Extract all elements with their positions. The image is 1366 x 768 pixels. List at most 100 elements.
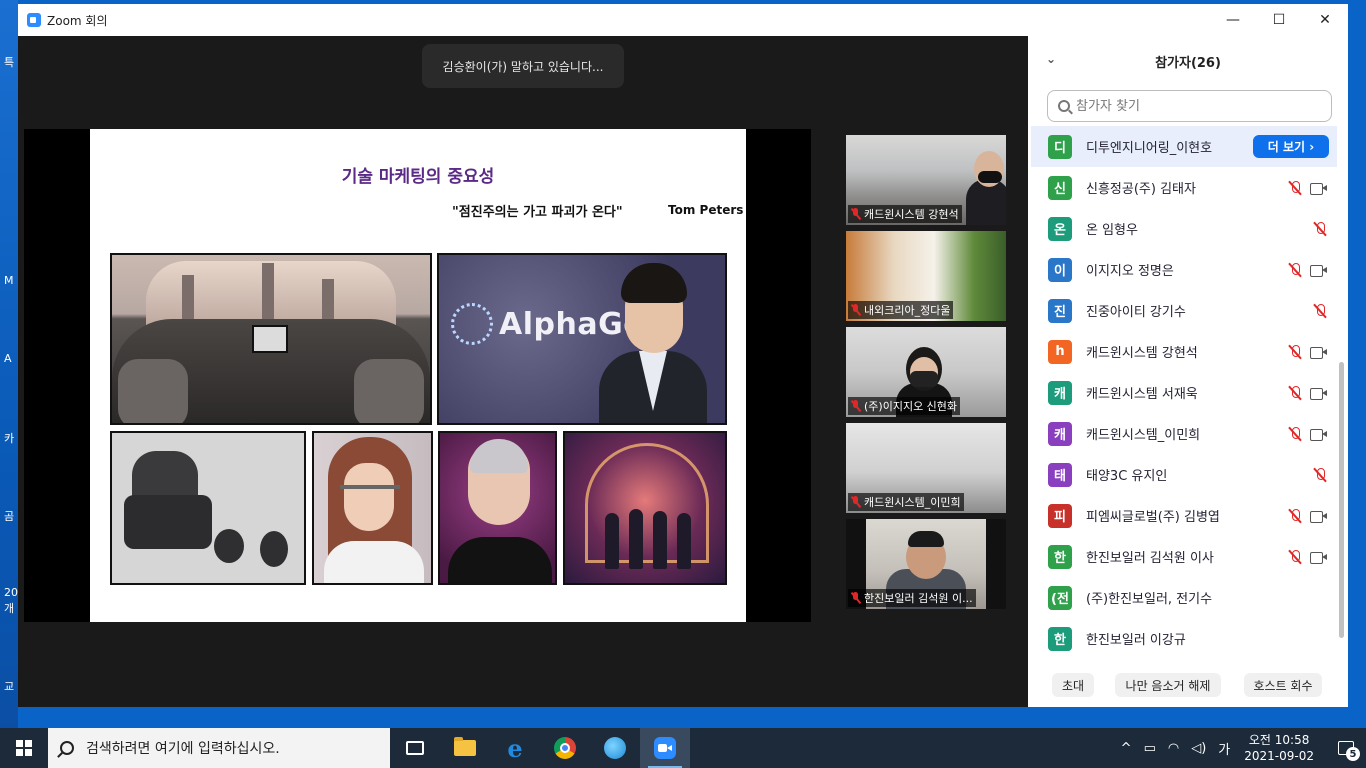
thumbnail-name: 캐드윈시스템 강현석 — [864, 208, 959, 221]
chrome-button[interactable] — [540, 728, 590, 768]
more-button[interactable]: 더 보기 › — [1253, 135, 1329, 158]
muted-mic-icon — [1288, 426, 1302, 442]
system-tray: ^ ▭ ◠ ◁) 가 오전 10:58 2021-09-02 5 — [1115, 728, 1366, 768]
close-button[interactable]: ✕ — [1302, 4, 1348, 36]
video-thumbnail[interactable]: 캐드윈시스템 강현석 — [846, 135, 1006, 225]
unmute-me-button[interactable]: 나만 음소거 해제 — [1115, 673, 1221, 697]
participant-avatar: 피 — [1048, 503, 1072, 528]
participant-name: 진중아이티 강기수 — [1086, 305, 1186, 320]
muted-mic-icon — [1288, 180, 1302, 196]
participant-row[interactable]: 캐 캐드윈시스템 서재욱 — [1031, 372, 1337, 413]
muted-mic-icon — [850, 496, 861, 508]
shared-screen[interactable]: 기술 마케팅의 중요성 "점진주의는 가고 파괴가 온다" Tom Peters… — [24, 129, 811, 622]
participant-row[interactable]: 한 한진보일러 김석원 이사 — [1031, 536, 1337, 577]
clock[interactable]: 오전 10:58 2021-09-02 — [1244, 732, 1314, 764]
windows-taskbar: 검색하려면 여기에 입력하십시오. e ^ ▭ ◠ ◁) 가 오전 10:58 … — [0, 728, 1366, 768]
video-thumbnail[interactable]: 한진보일러 김석원 이... — [846, 519, 1006, 609]
window-title: Zoom 회의 — [47, 13, 108, 28]
input-method-indicator[interactable]: 가 — [1218, 739, 1230, 758]
file-explorer-button[interactable] — [440, 728, 490, 768]
edge-legacy-button[interactable]: e — [490, 728, 540, 768]
volume-icon[interactable]: ◁) — [1191, 741, 1206, 756]
participant-name: 한진보일러 김석원 이사 — [1086, 551, 1214, 566]
slide-quote-author: Tom Peters — [668, 203, 744, 217]
muted-mic-icon — [1313, 467, 1327, 483]
task-view-button[interactable] — [390, 728, 440, 768]
start-button[interactable] — [0, 728, 48, 768]
invite-button[interactable]: 초대 — [1052, 673, 1094, 697]
video-camera-icon — [1310, 510, 1327, 523]
participant-row[interactable]: 디 디투엔지니어링_이현호 더 보기 › — [1031, 126, 1337, 167]
muted-mic-icon — [850, 400, 861, 412]
video-camera-icon — [1310, 182, 1327, 195]
desktop-icon-label[interactable]: A — [4, 352, 12, 365]
participant-avatar: 진 — [1048, 298, 1072, 323]
desktop-icon-label[interactable]: 곰 — [4, 508, 14, 524]
action-center-button[interactable]: 5 — [1326, 728, 1366, 768]
desktop-icon-label[interactable]: 20 — [4, 586, 18, 599]
autonomous-car-interior-image — [110, 253, 432, 425]
title-bar[interactable]: Zoom 회의 — ☐ ✕ — [18, 4, 1348, 36]
clock-date: 2021-09-02 — [1244, 749, 1314, 763]
participant-row[interactable]: 이 이지지오 정명은 — [1031, 249, 1337, 290]
wireless-earbuds-image — [110, 431, 306, 585]
desktop-icon-label[interactable]: 특 — [4, 54, 14, 70]
video-area: 김승환이(가) 말하고 있습니다... 기술 마케팅의 중요성 "점진주의는 가… — [18, 36, 1028, 707]
edge-button[interactable] — [590, 728, 640, 768]
participant-list-scrollbar[interactable] — [1337, 126, 1345, 661]
zoom-taskbar-button[interactable] — [640, 728, 690, 768]
participant-row[interactable]: 신 신흥정공(주) 김태자 — [1031, 167, 1337, 208]
video-thumbnail[interactable]: (주)이지지오 신현화 — [846, 327, 1006, 417]
participant-avatar: 한 — [1048, 626, 1072, 651]
video-camera-icon — [1310, 551, 1327, 564]
desktop-icon-label[interactable]: 개 — [4, 600, 14, 616]
task-view-icon — [406, 741, 424, 755]
participant-list[interactable]: 디 디투엔지니어링_이현호 더 보기 › 신 신흥정공(주) 김태자 온 온 임형우 이 이지지… — [1031, 126, 1337, 661]
presentation-slide: 기술 마케팅의 중요성 "점진주의는 가고 파괴가 온다" Tom Peters… — [90, 129, 746, 622]
participant-avatar: 디 — [1048, 134, 1072, 159]
minimize-button[interactable]: — — [1210, 4, 1256, 36]
thumbnail-name: (주)이지지오 신현화 — [864, 400, 958, 413]
reclaim-host-button[interactable]: 호스트 회수 — [1244, 673, 1322, 697]
participant-avatar: 온 — [1048, 216, 1072, 241]
participant-row[interactable]: (전 (주)한진보일러, 전기수 — [1031, 577, 1337, 618]
show-hidden-icons-chevron-icon[interactable]: ^ — [1121, 741, 1132, 756]
thumbnail-name: 캐드윈시스템_이민희 — [864, 496, 961, 509]
desktop-icon-label[interactable]: 카 — [4, 430, 14, 446]
participant-row[interactable]: h 캐드윈시스템 강현석 — [1031, 331, 1337, 372]
desktop-icon-label[interactable]: 교 — [4, 678, 14, 694]
video-camera-icon — [1310, 387, 1327, 400]
participant-avatar: 캐 — [1048, 421, 1072, 446]
participant-row[interactable]: 태 태양3C 유지인 — [1031, 454, 1337, 495]
wifi-icon[interactable]: ◠ — [1168, 741, 1179, 756]
edge-icon — [604, 737, 626, 759]
video-thumbnail[interactable]: 내외크리아_정다울 — [846, 231, 1006, 321]
thumbnail-name: 내외크리아_정다울 — [864, 304, 951, 317]
zoom-meeting-window: Zoom 회의 — ☐ ✕ 김승환이(가) 말하고 있습니다... 기술 마케팅… — [18, 4, 1348, 707]
participant-search-box[interactable] — [1047, 90, 1332, 122]
zoom-icon — [654, 737, 676, 759]
video-camera-icon — [1310, 346, 1327, 359]
taskbar-search-box[interactable]: 검색하려면 여기에 입력하십시오. — [48, 728, 390, 768]
participant-row[interactable]: 캐 캐드윈시스템_이민희 — [1031, 413, 1337, 454]
internet-explorer-icon: e — [507, 733, 523, 763]
desktop-icon-label[interactable]: M — [4, 274, 14, 287]
scrollbar-thumb[interactable] — [1339, 362, 1344, 638]
windows-logo-icon — [16, 740, 32, 756]
participant-row[interactable]: 진 진중아이티 강기수 — [1031, 290, 1337, 331]
folder-icon — [454, 737, 476, 756]
muted-mic-icon — [1288, 262, 1302, 278]
participant-row[interactable]: 피 피엠씨글로벌(주) 김병엽 — [1031, 495, 1337, 536]
maximize-button[interactable]: ☐ — [1256, 4, 1302, 36]
battery-icon[interactable]: ▭ — [1144, 741, 1156, 756]
video-thumbnail[interactable]: 캐드윈시스템_이민희 — [846, 423, 1006, 513]
participant-row[interactable]: 온 온 임형우 — [1031, 208, 1337, 249]
active-speaker-tooltip: 김승환이(가) 말하고 있습니다... — [422, 44, 624, 88]
participant-row[interactable]: 한 한진보일러 이강규 — [1031, 618, 1337, 659]
participant-avatar: 이 — [1048, 257, 1072, 282]
desktop-background: 특 M A 카 곰 20 개 교 — [0, 0, 18, 728]
collapse-panel-chevron-icon[interactable]: ⌄ — [1046, 52, 1056, 66]
search-icon — [1058, 100, 1070, 112]
participant-search-input[interactable] — [1076, 98, 1316, 114]
participant-name: 캐드윈시스템_이민희 — [1086, 428, 1201, 443]
